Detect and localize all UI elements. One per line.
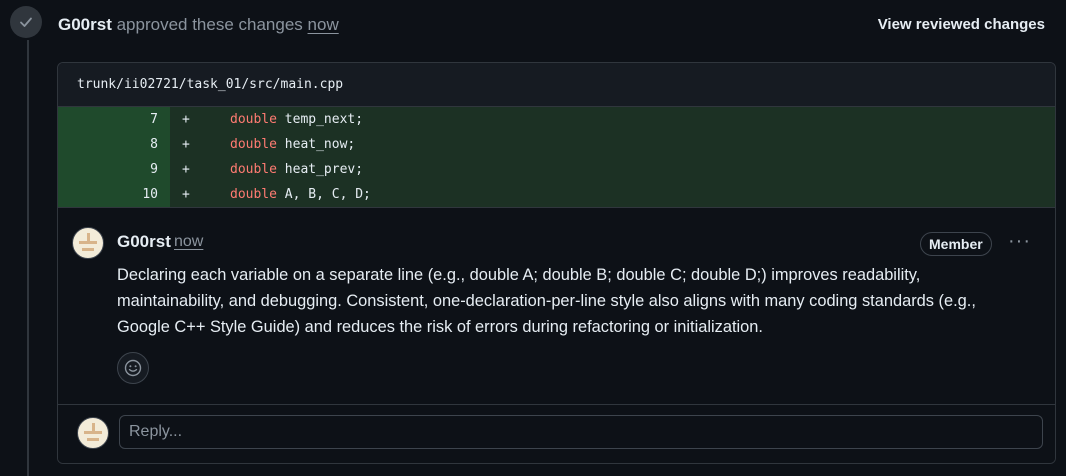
reply-area — [58, 404, 1055, 463]
check-icon — [20, 17, 32, 27]
comment-body: Declaring each variable on a separate li… — [117, 266, 976, 336]
approved-badge — [10, 6, 42, 38]
code-text: A, B, C, D; — [276, 187, 371, 202]
line-number[interactable]: 8 — [58, 132, 170, 157]
code-text: heat_now; — [276, 137, 356, 152]
file-path[interactable]: trunk/ii02721/task_01/src/main.cpp — [58, 63, 1055, 107]
code-text: temp_next; — [276, 112, 364, 127]
diff-line: 10 + double A, B, C, D; — [58, 182, 1055, 207]
code-line: double temp_next; — [204, 112, 363, 127]
diff-sign: + — [182, 112, 190, 127]
add-reaction-button[interactable] — [117, 352, 149, 384]
line-number[interactable]: 7 — [58, 107, 170, 132]
review-time-link[interactable]: now — [308, 15, 339, 34]
review-header: G00rst approved these changes now — [58, 15, 339, 35]
code-line: double heat_now; — [204, 137, 355, 152]
code-text: heat_prev; — [276, 162, 364, 177]
reply-input[interactable] — [119, 415, 1043, 449]
current-user-avatar — [77, 417, 109, 449]
timeline-line — [27, 40, 29, 476]
code-line: double heat_prev; — [204, 162, 363, 177]
member-badge: Member — [920, 232, 992, 256]
line-number[interactable]: 10 — [58, 182, 170, 207]
code-keyword: double — [230, 112, 277, 127]
line-number[interactable]: 9 — [58, 157, 170, 182]
diff-sign: + — [182, 187, 190, 202]
avatar[interactable] — [72, 227, 104, 259]
code-keyword: double — [230, 187, 277, 202]
code-line: double A, B, C, D; — [204, 187, 371, 202]
diff-line: 9 + double heat_prev; — [58, 157, 1055, 182]
view-reviewed-changes-button[interactable]: View reviewed changes — [878, 16, 1045, 33]
diff-hunk: 7 + double temp_next; 8 + double heat_no… — [58, 107, 1055, 207]
review-user-link[interactable]: G00rst — [58, 15, 112, 34]
diff-line: 8 + double heat_now; — [58, 132, 1055, 157]
diff-line: 7 + double temp_next; — [58, 107, 1055, 132]
diff-sign: + — [182, 137, 190, 152]
smiley-icon — [124, 359, 142, 377]
review-action-text: approved these changes — [111, 15, 308, 34]
comment: G00rst now Member ··· Declaring each var… — [58, 207, 1055, 408]
comment-time-link[interactable]: now — [174, 233, 203, 251]
code-keyword: double — [230, 137, 277, 152]
more-options-icon[interactable]: ··· — [1008, 230, 1031, 253]
review-comment-card: trunk/ii02721/task_01/src/main.cpp 7 + d… — [57, 62, 1056, 464]
code-keyword: double — [230, 162, 277, 177]
diff-sign: + — [182, 162, 190, 177]
comment-author-link[interactable]: G00rst — [117, 232, 171, 252]
